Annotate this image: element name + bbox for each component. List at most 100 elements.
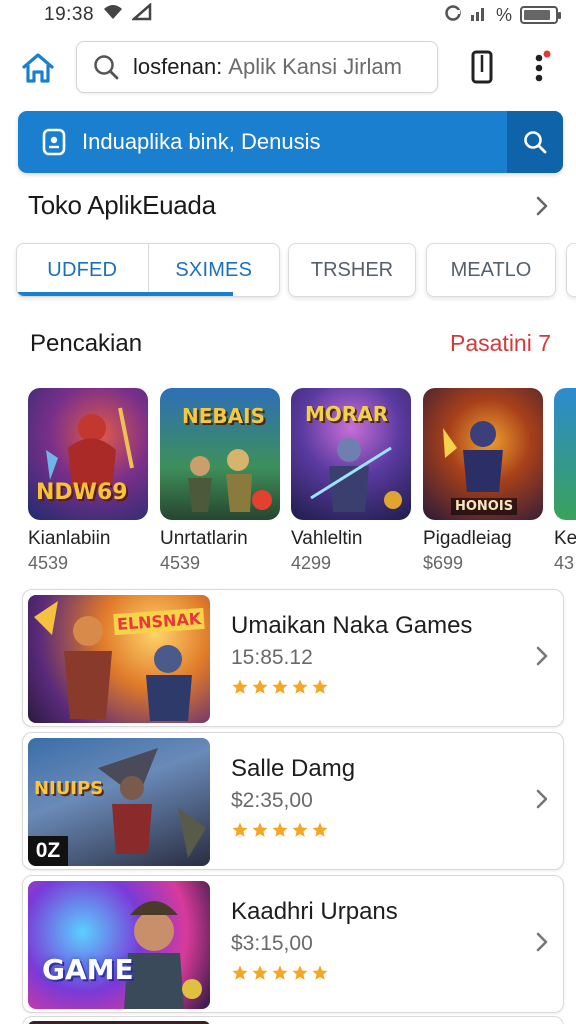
app-tile-art-text: NDW69 (36, 480, 128, 505)
signal-bars-icon (470, 5, 488, 26)
app-tile-art: MORAR (291, 388, 411, 520)
status-time: 19:38 (44, 4, 95, 25)
app-tile-art: NEBAIS (160, 388, 280, 520)
section-more-button[interactable] (530, 192, 554, 220)
chevron-right-icon (536, 196, 548, 216)
device-button[interactable] (466, 50, 498, 84)
list-item-price: $2:35,00 (231, 789, 313, 812)
banner-search-button[interactable] (507, 111, 563, 173)
star-icon (232, 679, 248, 694)
list-item-thumbnail: NIUIPS 0Z (28, 738, 210, 866)
section-title: Toko AplikEuada (28, 190, 216, 220)
app-tile[interactable]: Ke 43 (554, 388, 576, 574)
tab-group: UDFED SXIMES (16, 243, 280, 297)
recommend-title: Pencakian (30, 330, 143, 357)
tab-meatlo[interactable]: MEATLO (426, 243, 556, 297)
app-tile-art-text: NEBAIS (182, 404, 265, 428)
list-item-badge: 0Z (28, 836, 68, 866)
star-icon (232, 822, 248, 837)
list-item-open-button[interactable] (531, 926, 553, 958)
star-icon (312, 965, 328, 980)
app-tile-art: NDW69 (28, 388, 148, 520)
app-tile[interactable]: HONOIS Pigadleiag $699 (423, 388, 543, 574)
promo-search-banner[interactable]: Induaplika bink, Denusis (18, 111, 563, 173)
app-tile-price: 4539 (160, 553, 201, 573)
list-item-open-button[interactable] (531, 640, 553, 672)
tab-sximes[interactable]: SXIMES (147, 244, 280, 296)
home-icon (22, 53, 54, 83)
active-tab-indicator (17, 292, 233, 296)
chevron-right-icon (536, 932, 548, 952)
app-tile-art-text: HONOIS (451, 498, 518, 515)
app-tile[interactable]: MORAR Vahleltin 4299 (291, 388, 411, 574)
star-icon (232, 965, 248, 980)
app-tile-price: 4299 (291, 553, 332, 573)
signal-icon (130, 2, 152, 27)
app-tile[interactable]: NEBAIS Unrtatlarin 4539 (160, 388, 280, 574)
star-icon (312, 822, 328, 837)
list-item-price: 15:85.12 (231, 646, 313, 669)
list-item-art-text: GAME (42, 953, 134, 986)
app-tile[interactable]: NDW69 Kianlabiin 4539 (28, 388, 148, 574)
app-tile-price: 43 (554, 553, 575, 573)
app-tile-price: 4539 (28, 553, 69, 573)
rating-stars (231, 964, 329, 982)
star-icon (272, 822, 288, 837)
tab-udfed[interactable]: UDFED (17, 244, 148, 296)
list-item-art-text: NIUIPS (34, 778, 104, 799)
rating-stars (231, 678, 329, 696)
sync-icon (444, 4, 462, 27)
app-tile-name: Kianlabiin (28, 528, 111, 549)
overflow-menu-button[interactable] (526, 48, 556, 88)
list-item-partial[interactable] (22, 1016, 564, 1024)
star-icon (312, 679, 328, 694)
star-icon (292, 679, 308, 694)
search-icon (524, 131, 547, 154)
app-tile-art: HONOIS (423, 388, 543, 520)
tab-trsher[interactable]: TRSHER (288, 243, 416, 297)
app-tile-name: Unrtatlarin (160, 528, 248, 549)
search-field[interactable]: losfenan: Aplik Kansi Jirlam (76, 41, 438, 93)
rating-stars (231, 821, 329, 839)
phone-icon (471, 50, 493, 84)
lock-icon (34, 122, 74, 162)
more-vert-icon (535, 50, 551, 82)
list-item-title: Salle Damg (231, 755, 356, 782)
list-item[interactable]: GAME Kaadhri Urpans $3:15,00 (22, 875, 564, 1013)
chevron-right-icon (536, 789, 548, 809)
search-query: losfenan: (133, 54, 223, 79)
home-button[interactable] (18, 48, 58, 88)
app-tile-price: $699 (423, 553, 464, 573)
search-icon (91, 52, 121, 82)
star-icon (252, 679, 268, 694)
list-item-price: $3:15,00 (231, 932, 313, 955)
recommend-see-all-link[interactable]: Pasatini 7 (450, 330, 551, 357)
top-app-bar: losfenan: Aplik Kansi Jirlam (0, 38, 576, 96)
status-bar: 19:38 % (0, 0, 576, 30)
list-item-thumbnail: ELNSNAK (28, 595, 210, 723)
banner-text: Induaplika bink, Denusis (82, 129, 321, 154)
star-icon (272, 679, 288, 694)
list-item[interactable]: NIUIPS 0Z Salle Damg $2:35,00 (22, 732, 564, 870)
star-icon (292, 965, 308, 980)
battery-icon (520, 6, 561, 24)
app-tile-name: Vahleltin (291, 528, 363, 549)
app-tile-art (554, 388, 576, 520)
tab-overflow[interactable] (566, 243, 576, 297)
list-item-open-button[interactable] (531, 783, 553, 815)
app-tile-art-text: MORAR (305, 402, 389, 426)
search-placeholder: Aplik Kansi Jirlam (228, 54, 402, 79)
app-tile-name: Ke (554, 528, 576, 549)
list-item[interactable]: ELNSNAK Umaikan Naka Games 15:85.12 (22, 589, 564, 727)
star-icon (252, 965, 268, 980)
app-tile-name: Pigadleiag (423, 528, 512, 549)
battery-percent: % (495, 4, 512, 25)
star-icon (292, 822, 308, 837)
wifi-icon (102, 3, 124, 27)
list-item-thumbnail: GAME (28, 881, 210, 1009)
star-icon (272, 965, 288, 980)
chevron-right-icon (536, 646, 548, 666)
star-icon (252, 822, 268, 837)
list-item-title: Umaikan Naka Games (231, 612, 473, 639)
list-item-title: Kaadhri Urpans (231, 898, 398, 925)
